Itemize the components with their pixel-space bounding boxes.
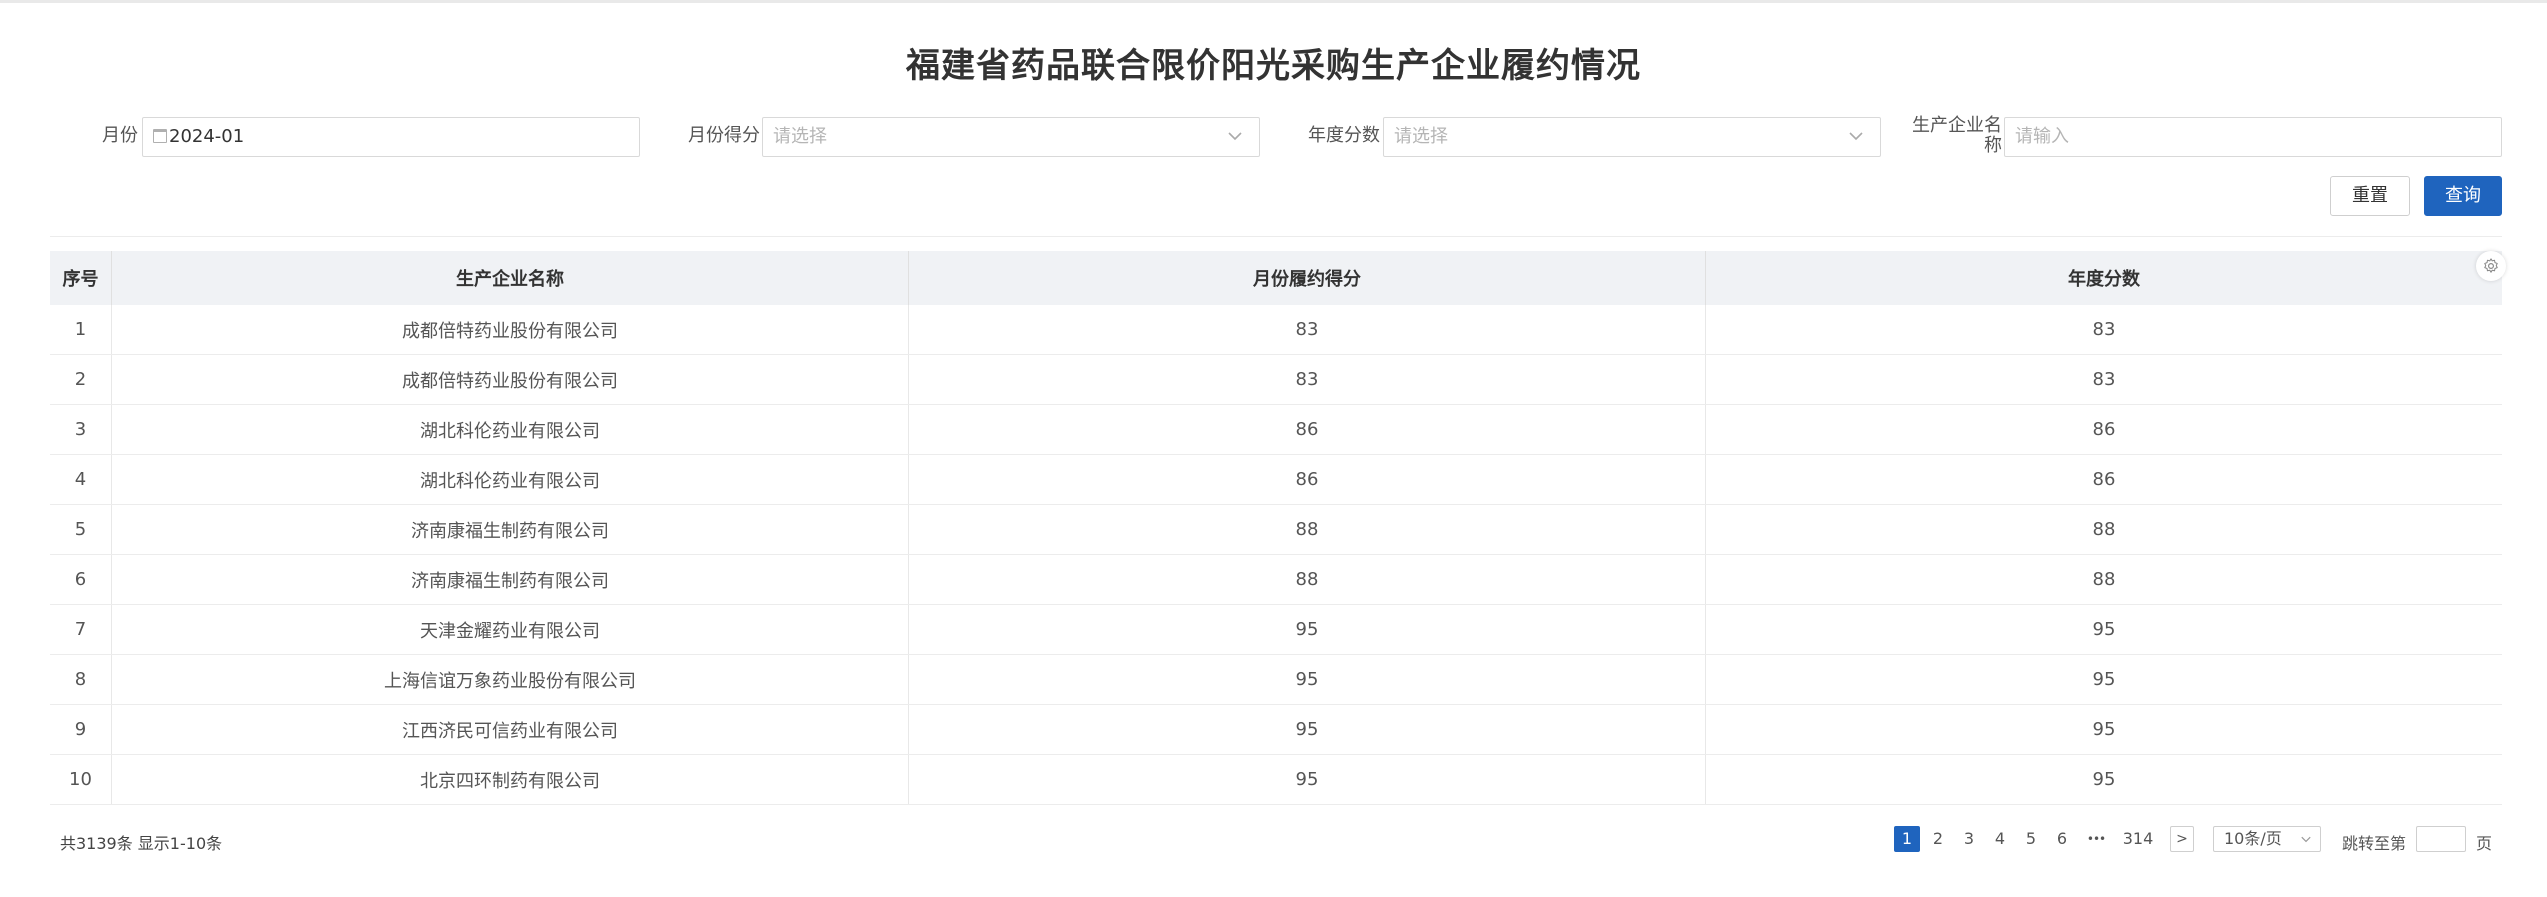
- cell-index: 9: [74, 719, 87, 740]
- month-score-placeholder: 请选择: [773, 126, 827, 147]
- cell-annual-score: 95: [1705, 605, 2502, 654]
- cell-annual-score: 95: [1705, 755, 2502, 804]
- table-row: 6 济南康福生制药有限公司 88 88: [50, 555, 2502, 605]
- cell-annual-score: 95: [1705, 705, 2502, 754]
- header-company-name: 生产企业名称: [111, 251, 908, 305]
- cell-company-name: 济南康福生制药有限公司: [111, 505, 908, 554]
- month-picker[interactable]: 2024-01: [142, 117, 640, 157]
- cell-company-name: 天津金耀药业有限公司: [111, 605, 908, 654]
- calendar-icon: [153, 129, 167, 143]
- cell-month-score: 88: [908, 505, 1705, 554]
- header-annual-score: 年度分数: [1705, 251, 2502, 305]
- page-size-select[interactable]: 10条/页: [2213, 826, 2321, 852]
- cell-month-score: 95: [908, 755, 1705, 804]
- table-row: 10 北京四环制药有限公司 95 95: [50, 755, 2502, 805]
- cell-annual-score: 86: [1705, 405, 2502, 454]
- header-index: 序号: [62, 269, 99, 290]
- cell-month-score: 88: [908, 555, 1705, 604]
- chevron-down-icon: [1228, 132, 1242, 141]
- company-name-input[interactable]: 请输入: [2004, 117, 2502, 157]
- header-month-score: 月份履约得分: [908, 251, 1705, 305]
- company-name-label-line2: 称: [1984, 135, 2002, 156]
- company-name-placeholder: 请输入: [2015, 126, 2069, 147]
- page-1[interactable]: 1: [1894, 826, 1920, 852]
- page-last[interactable]: 314: [2117, 826, 2159, 852]
- annual-score-label: 年度分数: [1308, 125, 1380, 146]
- month-score-label: 月份得分: [688, 125, 760, 146]
- cell-annual-score: 88: [1705, 555, 2502, 604]
- cell-index: 10: [69, 769, 92, 790]
- cell-company-name: 北京四环制药有限公司: [111, 755, 908, 804]
- cell-annual-score: 86: [1705, 455, 2502, 504]
- month-score-select[interactable]: 请选择: [762, 117, 1260, 157]
- table-row: 9 江西济民可信药业有限公司 95 95: [50, 705, 2502, 755]
- cell-annual-score: 95: [1705, 655, 2502, 704]
- reset-button[interactable]: 重置: [2330, 176, 2410, 216]
- table-header: 序号 生产企业名称 月份履约得分 年度分数: [50, 251, 2502, 305]
- cell-company-name: 济南康福生制药有限公司: [111, 555, 908, 604]
- cell-annual-score: 83: [1705, 305, 2502, 354]
- results-table: 序号 生产企业名称 月份履约得分 年度分数 1 成都倍特药业股份有限公司 83 …: [50, 251, 2502, 805]
- cell-month-score: 95: [908, 705, 1705, 754]
- company-name-label: 生产企业名 称: [1900, 116, 2002, 156]
- page-3[interactable]: 3: [1956, 826, 1982, 852]
- cell-index: 8: [74, 669, 87, 690]
- divider: [50, 236, 2502, 237]
- cell-index: 5: [74, 519, 87, 540]
- table-row: 7 天津金耀药业有限公司 95 95: [50, 605, 2502, 655]
- cell-index: 2: [74, 369, 87, 390]
- page-5[interactable]: 5: [2018, 826, 2044, 852]
- query-button[interactable]: 查询: [2424, 176, 2502, 216]
- cell-month-score: 95: [908, 655, 1705, 704]
- page-2[interactable]: 2: [1925, 826, 1951, 852]
- jump-suffix: 页: [2476, 834, 2493, 853]
- cell-company-name: 江西济民可信药业有限公司: [111, 705, 908, 754]
- jump-page-input[interactable]: [2416, 826, 2466, 852]
- cell-month-score: 95: [908, 605, 1705, 654]
- page-title: 福建省药品联合限价阳光采购生产企业履约情况: [906, 46, 1641, 86]
- top-border: [0, 0, 2547, 3]
- table-row: 1 成都倍特药业股份有限公司 83 83: [50, 305, 2502, 355]
- cell-month-score: 83: [908, 305, 1705, 354]
- pagination-ellipsis[interactable]: •••: [2083, 826, 2109, 852]
- page-4[interactable]: 4: [1987, 826, 2013, 852]
- chevron-down-icon: [2301, 836, 2311, 843]
- table-row: 5 济南康福生制药有限公司 88 88: [50, 505, 2502, 555]
- chevron-down-icon: [1849, 132, 1863, 141]
- annual-score-select[interactable]: 请选择: [1383, 117, 1881, 157]
- page-6[interactable]: 6: [2049, 826, 2075, 852]
- pagination-summary: 共3139条 显示1-10条: [60, 834, 223, 853]
- next-page-button[interactable]: >: [2170, 826, 2194, 852]
- cell-index: 3: [74, 419, 87, 440]
- table-row: 2 成都倍特药业股份有限公司 83 83: [50, 355, 2502, 405]
- cell-company-name: 湖北科伦药业有限公司: [111, 455, 908, 504]
- cell-index: 6: [74, 569, 87, 590]
- cell-annual-score: 88: [1705, 505, 2502, 554]
- column-settings-button[interactable]: [2476, 251, 2506, 281]
- cell-company-name: 成都倍特药业股份有限公司: [111, 355, 908, 404]
- cell-company-name: 上海信谊万象药业股份有限公司: [111, 655, 908, 704]
- gear-icon: [2484, 258, 2498, 273]
- company-name-label-line1: 生产企业名: [1912, 115, 2002, 136]
- table-row: 8 上海信谊万象药业股份有限公司 95 95: [50, 655, 2502, 705]
- annual-score-placeholder: 请选择: [1394, 126, 1448, 147]
- cell-index: 4: [74, 469, 87, 490]
- cell-month-score: 86: [908, 405, 1705, 454]
- cell-company-name: 成都倍特药业股份有限公司: [111, 305, 908, 354]
- cell-annual-score: 83: [1705, 355, 2502, 404]
- cell-month-score: 83: [908, 355, 1705, 404]
- cell-company-name: 湖北科伦药业有限公司: [111, 405, 908, 454]
- table-row: 4 湖北科伦药业有限公司 86 86: [50, 455, 2502, 505]
- jump-label: 跳转至第: [2342, 834, 2407, 853]
- table-row: 3 湖北科伦药业有限公司 86 86: [50, 405, 2502, 455]
- page-size-value: 10条/页: [2224, 829, 2282, 848]
- month-label: 月份: [102, 125, 138, 146]
- cell-index: 1: [74, 319, 87, 340]
- cell-index: 7: [74, 619, 87, 640]
- cell-month-score: 86: [908, 455, 1705, 504]
- month-value: 2024-01: [169, 126, 245, 147]
